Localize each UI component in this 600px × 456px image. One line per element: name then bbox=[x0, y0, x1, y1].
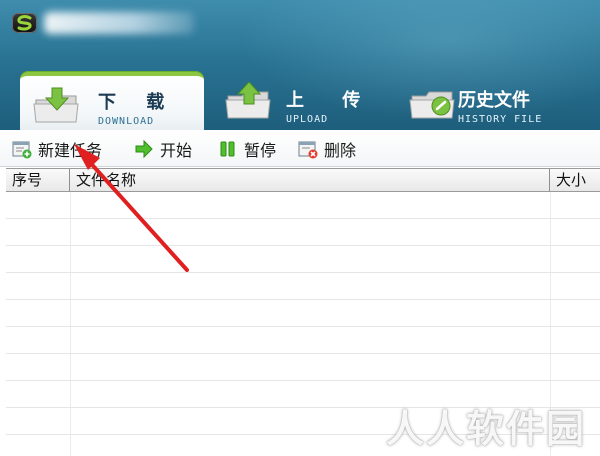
table-row bbox=[6, 300, 600, 327]
table-row bbox=[6, 192, 600, 219]
app-logo-icon bbox=[12, 13, 37, 33]
title-bar bbox=[0, 0, 600, 40]
start-button[interactable]: 开始 bbox=[134, 136, 192, 162]
new-task-icon bbox=[12, 141, 32, 159]
table-row bbox=[6, 246, 600, 273]
upload-folder-icon bbox=[224, 81, 274, 122]
tab-upload-sublabel: UPLOAD bbox=[286, 114, 329, 125]
delete-icon bbox=[298, 141, 318, 159]
delete-button[interactable]: 删除 bbox=[298, 136, 356, 162]
table-row bbox=[6, 327, 600, 354]
start-label: 开始 bbox=[160, 141, 193, 160]
new-task-label: 新建任务 bbox=[38, 141, 103, 160]
new-task-button[interactable]: 新建任务 bbox=[12, 136, 102, 162]
play-arrow-icon bbox=[135, 139, 153, 159]
toolbar: 新建任务 开始 暂停 删除 bbox=[0, 130, 600, 167]
tab-download[interactable]: 下 载 DOWNLOAD bbox=[20, 72, 204, 130]
pause-label: 暂停 bbox=[244, 141, 277, 160]
tab-history[interactable]: 历史文件 HISTORY FILE bbox=[396, 70, 596, 130]
tab-history-sublabel: HISTORY FILE bbox=[458, 114, 543, 125]
table-row bbox=[6, 354, 600, 381]
watermark: 人人软件园 bbox=[386, 407, 587, 451]
table-header: 序号 文件名称 大小 bbox=[6, 168, 600, 192]
table-row bbox=[6, 219, 600, 246]
tab-upload[interactable]: 上 传 UPLOAD bbox=[212, 70, 382, 130]
column-header-seq[interactable]: 序号 bbox=[6, 169, 70, 191]
app-title-blurred bbox=[44, 12, 194, 34]
column-header-filename[interactable]: 文件名称 bbox=[70, 169, 550, 191]
tab-download-sublabel: DOWNLOAD bbox=[98, 116, 155, 127]
download-folder-icon bbox=[32, 86, 82, 126]
column-header-size[interactable]: 大小 bbox=[550, 169, 600, 191]
pause-icon bbox=[220, 141, 235, 157]
table-row bbox=[6, 273, 600, 300]
pause-button[interactable]: 暂停 bbox=[218, 136, 276, 162]
history-folder-icon bbox=[408, 82, 458, 122]
tab-history-label: 历史文件 bbox=[458, 90, 530, 111]
app-header: 下 载 DOWNLOAD 上 传 UPLOAD 历史文件 HISTORY FIL… bbox=[0, 0, 600, 130]
tab-download-label: 下 载 bbox=[98, 92, 177, 113]
delete-label: 删除 bbox=[324, 141, 357, 160]
tab-upload-label: 上 传 bbox=[286, 90, 377, 111]
